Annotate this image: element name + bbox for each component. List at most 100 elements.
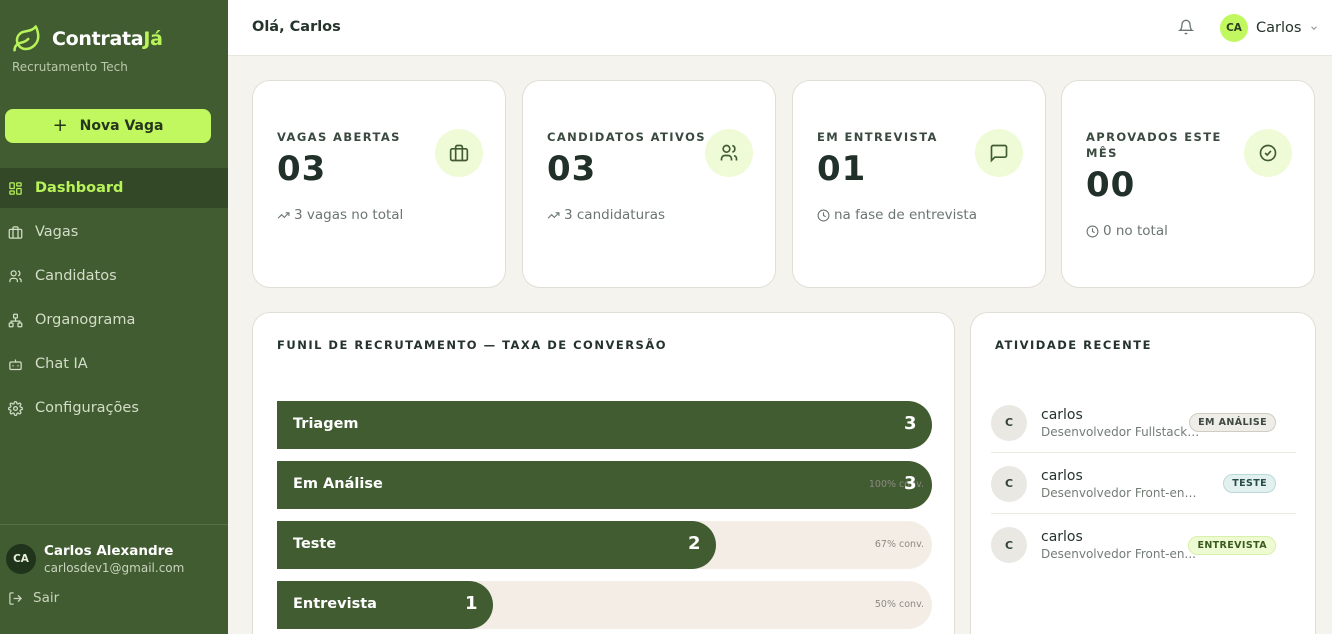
funnel-stage-count: 3 [904,413,917,434]
stat-card-aprovados: APROVADOS ESTE MÊS 00 0 no total [1061,80,1315,288]
funnel-stage-label: Triagem [293,416,359,432]
stat-card-vagas-abertas: VAGAS ABERTAS 03 3 vagas no total [252,80,506,288]
brand-tagline: Recrutamento Tech [12,60,128,74]
funnel-stage-label: Entrevista [293,596,377,612]
candidate-role: Desenvolvedor Front-end Júni... [1041,485,1201,500]
stat-value: 00 [1086,165,1136,205]
stat-icon-badge [1244,129,1292,177]
funnel-stage[interactable]: 50% conv. Entrevista 1 [277,581,932,629]
stat-value: 01 [817,149,867,189]
clock-icon [817,209,830,221]
stat-icon-badge [705,129,753,177]
brand-name: Contrata [52,28,144,50]
stat-value: 03 [277,149,327,189]
sidebar-nav: Dashboard Vagas Candidatos Organograma C… [0,168,228,432]
trend-up-icon [547,211,560,219]
funnel-conversion: 50% conv. [874,599,924,610]
stat-card-em-entrevista: EM ENTREVISTA 01 na fase de entrevista [792,80,1046,288]
stat-sub: na fase de entrevista [817,207,977,223]
funnel-stage-count: 3 [904,473,917,494]
brand-name-accent: Já [143,28,163,50]
new-job-button[interactable]: + Nova Vaga [5,109,211,143]
stat-sub-text: na fase de entrevista [834,207,977,223]
gear-icon [8,400,23,416]
stat-sub: 3 candidaturas [547,207,665,223]
users-icon [9,269,22,282]
stat-sub-text: 0 no total [1103,223,1168,239]
list-item[interactable]: C carlos Desenvolvedor Fullstack ... EM … [991,393,1296,453]
recent-activity: ATIVIDADE RECENTE C carlos Desenvolvedor… [970,312,1316,634]
funnel-stage-label: Teste [293,536,337,552]
status-badge: TESTE [1223,474,1276,493]
sidebar-item-configuracoes[interactable]: Configurações [0,388,228,428]
sidebar-item-label: Organograma [35,312,136,328]
clock-icon [1086,225,1099,237]
list-item[interactable]: C carlos Desenvolvedor Front-en... ENTRE… [991,515,1296,575]
sidebar-item-label: Configurações [35,400,139,416]
status-badge: EM ANÁLISE [1189,413,1276,432]
org-chart-icon [8,313,23,327]
sidebar-item-dashboard[interactable]: Dashboard [0,168,228,208]
avatar: C [991,465,1027,502]
stat-sub-text: 3 vagas no total [294,207,404,223]
bell-icon[interactable] [1178,19,1194,35]
sidebar-item-label: Vagas [35,224,79,240]
user-menu-name: Carlos [1256,20,1302,36]
sidebar-item-organograma[interactable]: Organograma [0,300,228,340]
funnel-stage-label: Em Análise [293,476,383,492]
candidate-name: carlos [1041,529,1083,545]
funnel-stage[interactable]: 67% conv. Teste 2 [277,521,932,569]
funnel-stage[interactable]: 100% conv. Em Análise 3 [277,461,932,509]
list-item[interactable]: C carlos Desenvolvedor Front-end Júni...… [991,454,1296,514]
briefcase-icon [449,144,469,162]
sidebar-item-chat-ia[interactable]: Chat IA [0,344,228,384]
sidebar: ContrataJá Recrutamento Tech + Nova Vaga… [0,0,228,634]
brand-logo[interactable]: ContrataJá [12,24,163,54]
chevron-down-icon [1311,26,1318,30]
sidebar-item-candidatos[interactable]: Candidatos [0,256,228,296]
funnel-title: FUNIL DE RECRUTAMENTO — TAXA DE CONVERSÃ… [277,338,668,352]
funnel-conversion: 67% conv. [874,539,924,550]
avatar: C [991,527,1027,563]
stat-icon-badge [435,129,483,177]
activity-title: ATIVIDADE RECENTE [995,338,1152,352]
candidate-role: Desenvolvedor Front-en... [1041,547,1196,561]
funnel-bar-fill [277,401,932,449]
avatar: CA [6,544,36,574]
sidebar-item-label: Candidatos [35,268,117,284]
bot-icon [9,359,22,370]
plus-icon: + [52,115,68,136]
status-badge: ENTREVISTA [1188,535,1276,555]
funnel-stage-count: 2 [688,533,701,554]
candidate-name: carlos [1041,406,1083,423]
stat-sub: 0 no total [1086,223,1168,239]
stat-icon-badge [975,129,1023,177]
stat-sub: 3 vagas no total [277,207,403,223]
stat-card-candidatos-ativos: CANDIDATOS ATIVOS 03 3 candidaturas [522,80,776,288]
grid-icon [9,181,22,195]
stat-sub-text: 3 candidaturas [564,207,665,223]
stat-value: 03 [547,149,597,189]
logout-icon [9,591,23,605]
recruitment-funnel: FUNIL DE RECRUTAMENTO — TAXA DE CONVERSÃ… [252,312,955,634]
avatar: C [991,404,1027,441]
sidebar-item-label: Dashboard [35,180,124,196]
sidebar-item-vagas[interactable]: Vagas [0,212,228,252]
funnel-stage-count: 1 [465,593,478,614]
sidebar-user[interactable]: CA Carlos Alexandre carlosdev1@gmail.com [6,543,184,575]
sidebar-item-label: Chat IA [35,356,88,372]
funnel-stage[interactable]: Triagem 3 [277,401,932,449]
candidate-role: Desenvolvedor Fullstack ... [1041,424,1201,439]
candidate-name: carlos [1041,467,1083,484]
user-menu[interactable]: CA Carlos [1220,14,1319,42]
avatar: CA [1220,14,1248,42]
leaf-icon [13,25,40,52]
logout-button[interactable]: Sair [8,590,59,606]
funnel-bar-fill [277,521,716,569]
user-email: carlosdev1@gmail.com [44,561,185,575]
chat-icon [990,144,1008,163]
sidebar-divider [0,524,228,525]
stat-label: VAGAS ABERTAS [277,130,401,144]
trend-up-icon [277,211,290,219]
briefcase-icon [8,225,23,239]
